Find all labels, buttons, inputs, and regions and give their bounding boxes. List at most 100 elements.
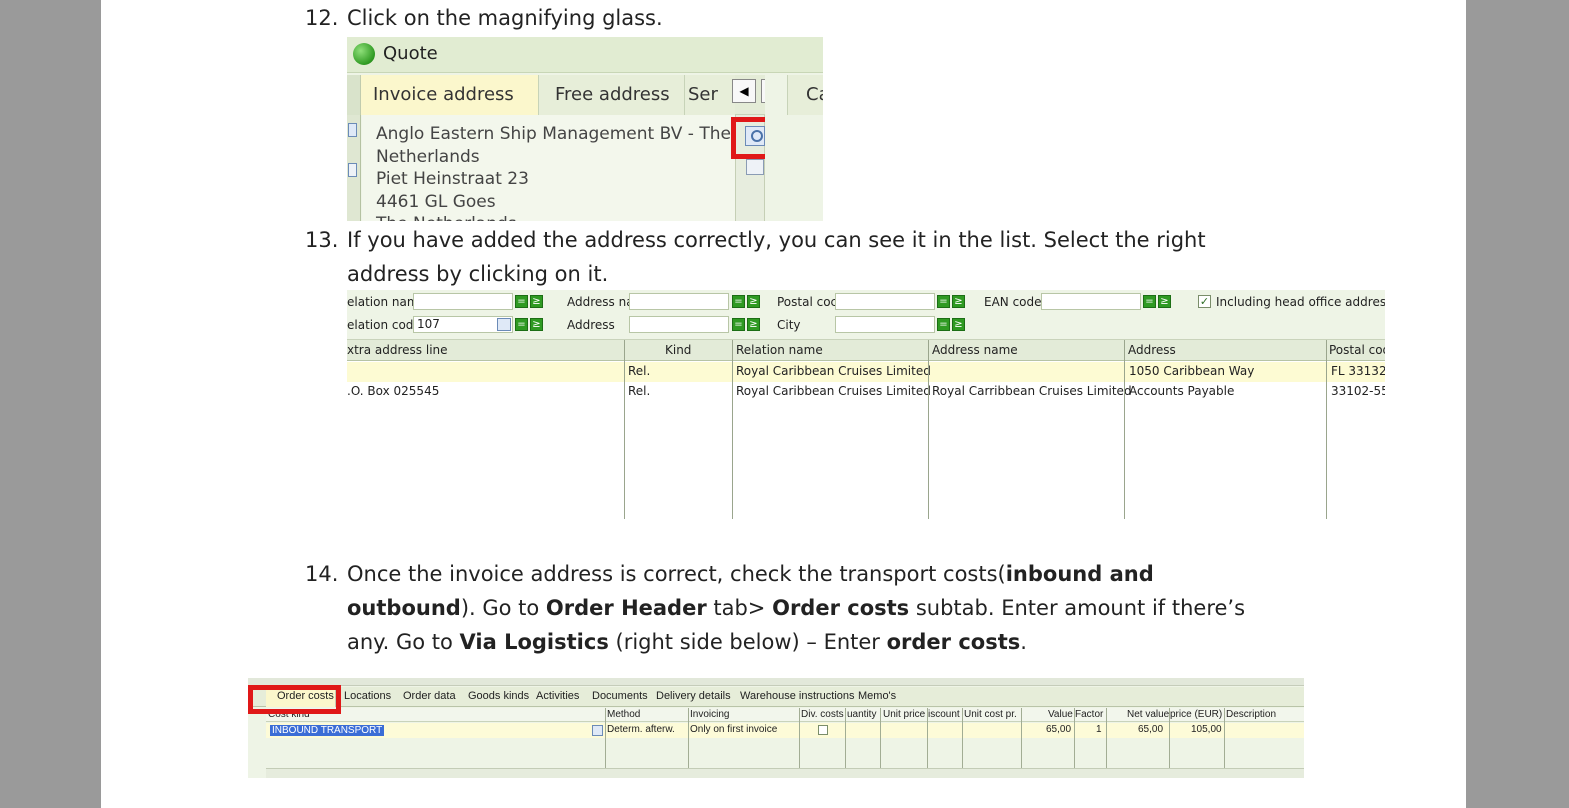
column-divider [928,340,929,519]
ean-code-label: EAN code [984,295,1042,309]
column-header[interactable]: Value [1048,709,1073,720]
column-divider [880,708,881,770]
edit-icon[interactable] [348,163,357,177]
postal-code-label: Postal coc [777,295,838,309]
search-icon[interactable] [497,318,511,331]
include-head-office-label: Including head office addresses [1216,295,1385,309]
column-header[interactable]: Net value [1127,709,1169,720]
table-row[interactable]: .O. Box 025545 Rel. Royal Caribbean Crui… [347,382,1385,402]
search-icon[interactable] [592,725,603,736]
table-cell: Rel. [628,364,651,378]
column-header[interactable]: Method [607,709,640,720]
greater-equal-icon[interactable]: ≥ [747,295,760,308]
greater-equal-icon[interactable]: ≥ [952,318,965,331]
equals-icon[interactable]: = [515,295,528,308]
column-header[interactable]: Unit price [883,709,925,720]
city-input[interactable] [835,316,935,333]
step-number: 14. [305,562,339,586]
address-line: The Netherlands [376,213,731,221]
tab-scroll-left[interactable] [347,75,361,115]
table-cell: 1 [1096,724,1102,735]
column-header[interactable]: Unit cost pr. [964,709,1017,720]
step-text: . [1020,630,1027,654]
step-text: ). Go to [460,596,546,620]
table-cell: Royal Caribbean Cruises Limited [736,364,931,378]
equals-icon[interactable]: = [1143,295,1156,308]
step-text-bold: order costs [886,630,1021,654]
equals-icon[interactable]: = [515,318,528,331]
greater-equal-icon[interactable]: ≥ [747,318,760,331]
equals-icon[interactable]: = [937,295,950,308]
table-row[interactable]: Determ. afterw. Only on first invoice 65… [266,723,1304,738]
relation-name-label: elation nam [347,295,419,309]
include-head-office-checkbox[interactable]: ✓ [1198,295,1211,308]
column-header[interactable]: Relation name [736,343,823,357]
tab-ca-overlay[interactable]: Ca [787,75,823,115]
tab-label[interactable]: Delivery details [656,690,731,702]
tab-label[interactable]: Activities [536,690,579,702]
remove-address-icon[interactable] [746,159,764,175]
step-number: 12. [305,6,339,30]
relation-name-input[interactable] [413,293,513,310]
tab-label[interactable]: Goods kinds [468,690,529,702]
column-header[interactable]: Kind [665,343,691,357]
doc-icon[interactable] [348,123,357,137]
greater-equal-icon[interactable]: ≥ [1158,295,1171,308]
step-text: subtab. Enter amount if there’s [909,596,1246,620]
status-green-icon [353,43,375,65]
step-text: (right side below) – Enter [608,630,887,654]
column-divider [799,708,800,770]
greater-equal-icon[interactable]: ≥ [530,295,543,308]
tab-prev-button[interactable]: ◀ [732,79,756,103]
tab-label[interactable]: Warehouse instructions [740,690,855,702]
column-header[interactable]: Postal cod [1329,343,1385,357]
city-label: City [777,318,801,332]
table-cell: 105,00 [1191,724,1222,735]
table-cell: .O. Box 025545 [347,384,440,398]
column-header[interactable]: uantity [847,709,876,720]
column-header[interactable]: xtra address line [347,343,448,357]
tab-label[interactable]: Documents [592,690,648,702]
greater-equal-icon[interactable]: ≥ [952,295,965,308]
step-text: tab> [706,596,773,620]
greater-equal-icon[interactable]: ≥ [530,318,543,331]
address-line: Netherlands [376,146,480,167]
column-header[interactable]: Invoicing [690,709,729,720]
address-input[interactable] [629,316,729,333]
tab-label[interactable]: Memo's [858,690,896,702]
column-header[interactable]: iscount [928,709,960,720]
tab-label[interactable]: Locations [344,690,391,702]
column-header[interactable]: price (EUR) [1170,709,1222,720]
invoice-address-panel: Anglo Eastern Ship Management BV - The N… [362,115,735,221]
table-row[interactable]: Rel. Royal Caribbean Cruises Limited 105… [347,362,1385,382]
costs-header: Cost kind Method Invoicing Div. costs ua… [266,708,1304,722]
step-text: Once the invoice address is correct, che… [347,562,1006,586]
equals-icon[interactable]: = [732,295,745,308]
equals-icon[interactable]: = [732,318,745,331]
tab-ser[interactable]: Ser [685,75,735,115]
tab-free-address[interactable]: Free address [539,75,685,115]
tab-label: Ca [806,84,823,105]
filter-bar: elation nam = ≥ elation code 107 = ≥ Add… [347,290,1385,340]
postal-code-input[interactable] [835,293,935,310]
address-name-input[interactable] [629,293,729,310]
ean-code-input[interactable] [1041,293,1141,310]
table-cell: FL 33132 [1331,364,1385,378]
address-line: Anglo Eastern Ship Management BV - The [376,124,731,144]
column-header[interactable]: Div. costs [801,709,844,720]
column-header[interactable]: Description [1226,709,1276,720]
step-text-bold: Via Logistics [459,630,609,654]
column-divider [1106,708,1107,770]
div-costs-checkbox[interactable] [818,725,828,735]
tab-label[interactable]: Order data [403,690,456,702]
step-13: 13. If you have added the address correct… [305,223,1206,291]
column-header[interactable]: Address name [932,343,1018,357]
step-text-bold: outbound [347,596,461,620]
table-cell: Royal Caribbean Cruises Limited [736,384,931,398]
tab-invoice-address[interactable]: Invoice address [361,75,539,115]
column-divider [1169,708,1170,770]
column-header[interactable]: Factor [1075,709,1103,720]
column-header[interactable]: Address [1128,343,1176,357]
equals-icon[interactable]: = [937,318,950,331]
cost-kind-input[interactable]: INBOUND TRANSPORT [270,725,385,736]
